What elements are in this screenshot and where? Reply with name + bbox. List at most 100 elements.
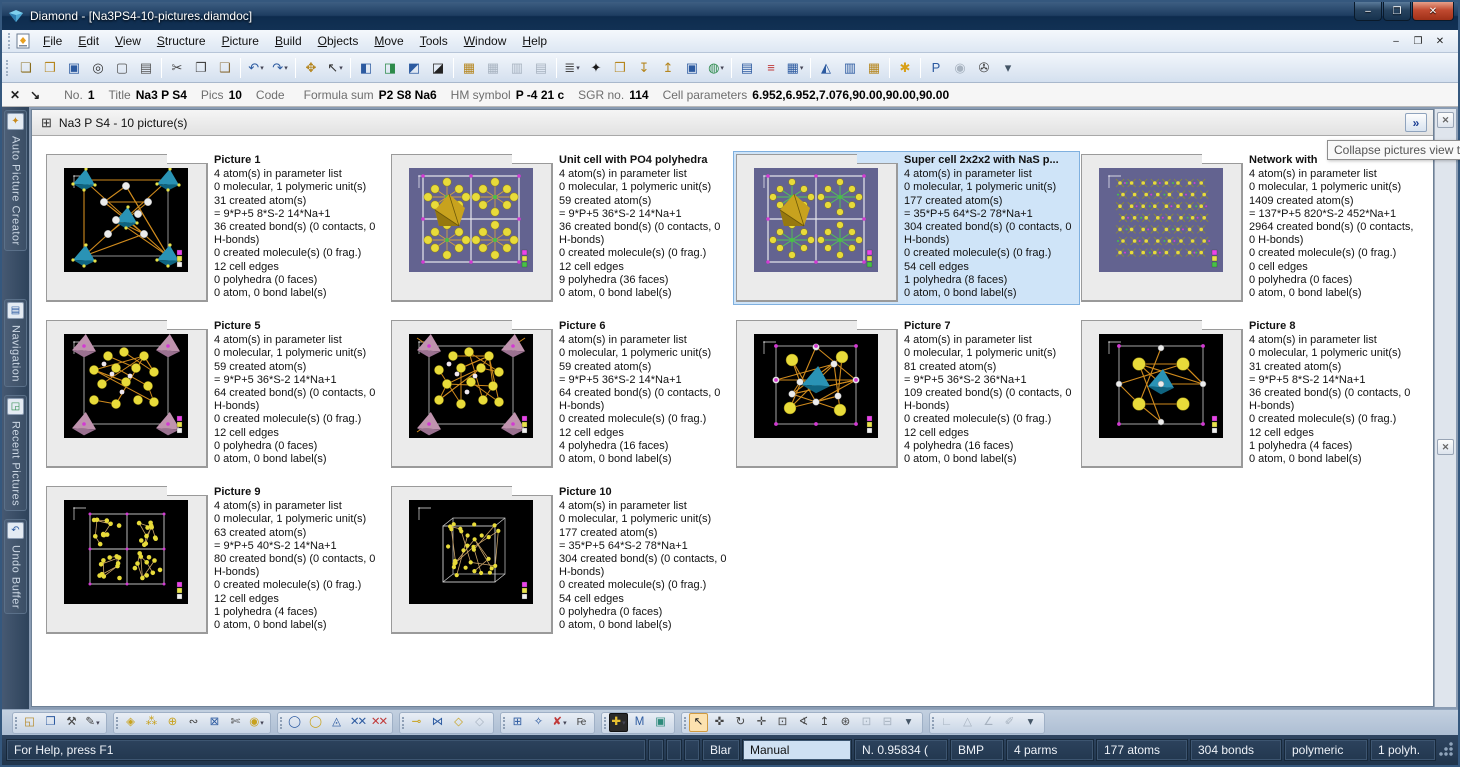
minimize-button[interactable]: – <box>1354 2 1382 21</box>
destroy-selected[interactable]: ✕✕ <box>348 713 367 732</box>
new-picture[interactable]: ✦ <box>585 57 607 79</box>
cut-bonds[interactable]: ✄ <box>226 713 245 732</box>
redo[interactable]: ↷▾ <box>269 57 291 79</box>
top-view[interactable]: ↥ <box>815 713 834 732</box>
toolbar-grip[interactable] <box>6 60 10 76</box>
create-bond[interactable]: ⊸ <box>407 713 426 732</box>
picture-thumbnail[interactable] <box>736 320 898 468</box>
table-atoms[interactable]: ▦ <box>482 57 504 79</box>
coordination-sphere[interactable]: ◯ <box>285 713 304 732</box>
export-picture[interactable]: ↥ <box>657 57 679 79</box>
sidebar-tab-auto-picture-creator[interactable]: ✦Auto Picture Creator <box>4 110 27 251</box>
measure-angle[interactable]: △ <box>958 713 977 732</box>
select-arrow[interactable]: ↖ <box>689 713 708 732</box>
open-document[interactable]: ❒ <box>39 57 61 79</box>
powder-diagram[interactable]: ▥ <box>839 57 861 79</box>
cell-faces-toggle[interactable]: ✧ <box>529 713 548 732</box>
save-document[interactable]: ▣ <box>63 57 85 79</box>
view-picture-window[interactable]: ◨ <box>379 57 401 79</box>
redo-dropdown-icon[interactable]: ▾ <box>284 64 288 72</box>
undo-dropdown-icon[interactable]: ▾ <box>260 64 264 72</box>
view-black-window[interactable]: ◪ <box>427 57 449 79</box>
table-angles[interactable]: ▤ <box>530 57 552 79</box>
picture-card[interactable]: Unit cell with PO4 polyhedra4 atom(s) in… <box>389 152 734 304</box>
view-data-window[interactable]: ◩ <box>403 57 425 79</box>
menu-build[interactable]: Build <box>267 31 310 51</box>
powder-table[interactable]: ▦ <box>863 57 885 79</box>
camera[interactable]: ◉ <box>949 57 971 79</box>
data-table[interactable]: ▦▾ <box>784 57 806 79</box>
select-mode-dropdown-icon[interactable]: ▾ <box>339 64 343 72</box>
polyhedron-add[interactable]: ◇ <box>449 713 468 732</box>
atom-design[interactable]: ⁂ <box>142 713 161 732</box>
render-mode[interactable]: ▣ <box>651 713 670 732</box>
data-sheet[interactable]: ▤ <box>736 57 758 79</box>
import-picture[interactable]: ↧ <box>633 57 655 79</box>
toolbar-overflow[interactable]: ▾ <box>997 57 1019 79</box>
rotate-tool[interactable]: ↻ <box>731 713 750 732</box>
picture-edit-wizard-dropdown-icon[interactable]: ▾ <box>96 719 100 727</box>
sidebar-tab-recent-pictures[interactable]: ◲Recent Pictures <box>4 395 27 511</box>
group-move-a[interactable]: ⊡ <box>857 713 876 732</box>
collapse-pictures-button[interactable]: » <box>1405 113 1427 132</box>
menu-window[interactable]: Window <box>456 31 515 51</box>
measure-ruler[interactable]: ∟ <box>937 713 956 732</box>
menu-help[interactable]: Help <box>514 31 555 51</box>
move-crosshair[interactable]: ✜ <box>710 713 729 732</box>
undo[interactable]: ↶▾ <box>245 57 267 79</box>
picture-card[interactable]: Picture 54 atom(s) in parameter list0 mo… <box>44 318 389 470</box>
menu-tools[interactable]: Tools <box>412 31 456 51</box>
menu-objects[interactable]: Objects <box>310 31 367 51</box>
save-picture[interactable]: ▣ <box>681 57 703 79</box>
cell-edges-toggle[interactable]: ⊞ <box>508 713 527 732</box>
table-structures[interactable]: ▦ <box>458 57 480 79</box>
picture-wizard[interactable]: ✱ <box>894 57 916 79</box>
print[interactable]: ▤ <box>135 57 157 79</box>
pan-mode[interactable]: ✥ <box>300 57 322 79</box>
properties-list[interactable]: ≡ <box>760 57 782 79</box>
close-button[interactable]: ✕ <box>1412 2 1454 21</box>
diffraction-pattern[interactable]: ◭ <box>815 57 837 79</box>
powder-p[interactable]: P <box>925 57 947 79</box>
measure-plane[interactable]: ✐ <box>1000 713 1019 732</box>
delete-all[interactable]: ✘▾ <box>550 713 569 732</box>
picture-thumbnail[interactable] <box>1081 154 1243 302</box>
zoom-resize[interactable]: ⊡ <box>773 713 792 732</box>
table-bonds[interactable]: ▥ <box>506 57 528 79</box>
auto-picture-creator-toggle[interactable]: ◱ <box>20 713 39 732</box>
move-mode[interactable]: ✚▾ <box>609 713 628 732</box>
transfer-picture[interactable]: ❐ <box>41 713 60 732</box>
resize-grip[interactable] <box>1438 739 1454 761</box>
sidebar-tab-undo-buffer[interactable]: ↶Undo Buffer <box>4 519 27 614</box>
picture-thumbnail[interactable] <box>1081 320 1243 468</box>
bond-properties[interactable]: ⋈ <box>428 713 447 732</box>
new-document[interactable]: ❏ <box>15 57 37 79</box>
picture-card[interactable]: Picture 84 atom(s) in parameter list0 mo… <box>1079 318 1424 470</box>
destroy-all[interactable]: ✕✕ <box>369 713 388 732</box>
fill-cell[interactable]: ⊠ <box>205 713 224 732</box>
close-pictures-pane-button[interactable]: ✕ <box>1437 112 1454 128</box>
picture-thumbnail[interactable] <box>391 486 553 634</box>
infobar-next-icon[interactable]: ↘ <box>30 88 40 102</box>
add-atom[interactable]: ⊕ <box>163 713 182 732</box>
picture-thumbnail[interactable] <box>736 154 898 302</box>
maximize-button[interactable]: ❒ <box>1383 2 1411 21</box>
picture-thumbnail[interactable] <box>391 320 553 468</box>
group-move-b[interactable]: ⊟ <box>878 713 897 732</box>
document-icon[interactable] <box>16 33 31 49</box>
web-export-dropdown-icon[interactable]: ▾ <box>720 64 724 72</box>
menu-view[interactable]: View <box>107 31 149 51</box>
picture-card[interactable]: Picture 74 atom(s) in parameter list0 mo… <box>734 318 1079 470</box>
picture-card[interactable]: Picture 64 atom(s) in parameter list0 mo… <box>389 318 734 470</box>
web-export[interactable]: ◍▾ <box>705 57 727 79</box>
select-mode[interactable]: ↖▾ <box>324 57 346 79</box>
list-mode-dropdown-icon[interactable]: ▾ <box>576 64 580 72</box>
mdi-minimize-button[interactable]: – <box>1386 33 1406 49</box>
polyhedron-fill[interactable]: ◈ <box>121 713 140 732</box>
picture-card[interactable]: Network with4 atom(s) in parameter list0… <box>1079 152 1424 304</box>
coordination-polyhedron[interactable]: ◯ <box>306 713 325 732</box>
connectivity[interactable]: ∾ <box>184 713 203 732</box>
mdi-close-button[interactable]: ✕ <box>1430 33 1450 49</box>
picture-thumbnail[interactable] <box>46 486 208 634</box>
open-picture-folder[interactable]: ❒ <box>609 57 631 79</box>
